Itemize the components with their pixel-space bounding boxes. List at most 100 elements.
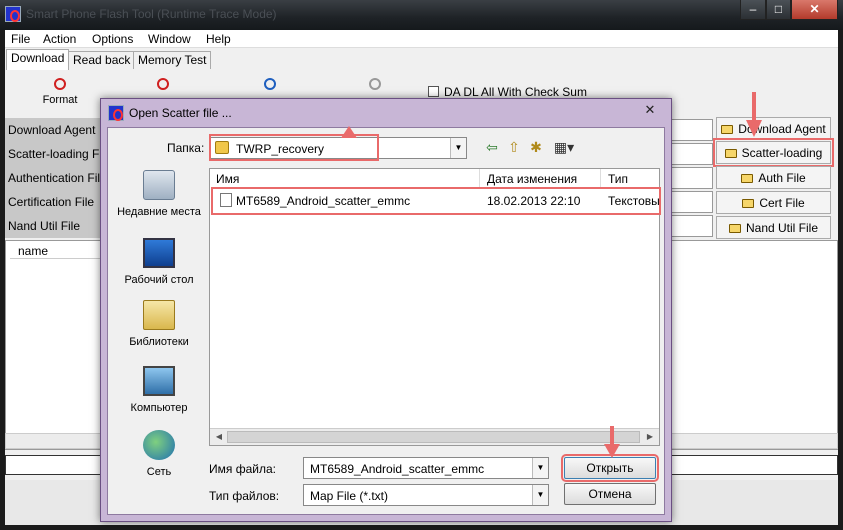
upgrade-icon bbox=[157, 78, 169, 90]
places-bar: Недавние места Рабочий стол Библиотеки К… bbox=[114, 168, 204, 508]
new-folder-icon[interactable]: ✱ bbox=[528, 140, 544, 156]
format-icon bbox=[54, 78, 66, 90]
minimize-button[interactable]: – bbox=[740, 0, 766, 20]
computer-icon bbox=[143, 366, 175, 396]
filename-input[interactable]: MT6589_Android_scatter_emmc ▼ bbox=[303, 457, 549, 479]
file-row[interactable]: MT6589_Android_scatter_emmc 18.02.2013 2… bbox=[211, 187, 661, 215]
pointer-arrow-folder bbox=[341, 126, 357, 138]
dialog-title: Open Scatter file ... bbox=[129, 106, 232, 120]
chevron-down-icon[interactable]: ▼ bbox=[532, 458, 548, 478]
title-bar: Smart Phone Flash Tool (Runtime Trace Mo… bbox=[0, 0, 843, 30]
nand-util-file-button[interactable]: Nand Util File bbox=[716, 216, 831, 239]
auth-file-button[interactable]: Auth File bbox=[716, 166, 831, 189]
text-file-icon bbox=[220, 193, 232, 207]
file-list[interactable]: Имя Дата изменения Тип MT6589_Android_sc… bbox=[209, 168, 661, 446]
menu-file[interactable]: File bbox=[11, 32, 30, 46]
download-agent-path[interactable] bbox=[668, 119, 713, 141]
recent-places-icon bbox=[143, 170, 175, 200]
open-button[interactable]: Открыть bbox=[561, 454, 659, 482]
file-type: Текстовы bbox=[608, 194, 660, 208]
column-date[interactable]: Дата изменения bbox=[481, 169, 601, 189]
up-folder-icon[interactable]: ⇧ bbox=[506, 140, 522, 156]
maximize-button[interactable]: □ bbox=[766, 0, 791, 20]
download-agent-button[interactable]: Download Agent bbox=[716, 117, 831, 140]
stop-button[interactable] bbox=[350, 78, 400, 94]
filetype-label: Тип файлов: bbox=[209, 489, 280, 503]
dialog-close-button[interactable]: ✕ bbox=[635, 101, 665, 119]
view-menu-icon[interactable]: ▦▾ bbox=[552, 140, 576, 156]
window-title: Smart Phone Flash Tool (Runtime Trace Mo… bbox=[26, 7, 277, 21]
checksum-checkbox[interactable] bbox=[428, 86, 439, 97]
network-icon bbox=[143, 430, 175, 460]
place-network-label: Сеть bbox=[146, 466, 172, 478]
stop-icon bbox=[369, 78, 381, 90]
scatter-loading-button[interactable]: Scatter-loading bbox=[713, 138, 834, 167]
label-download-agent: Download Agent bbox=[5, 118, 101, 142]
filetype-value: Map File (*.txt) bbox=[310, 489, 389, 503]
pointer-arrow-open bbox=[604, 426, 620, 458]
cert-file-button-label: Cert File bbox=[759, 196, 805, 210]
folder-icon bbox=[741, 174, 754, 183]
look-in-label: Папка: bbox=[167, 141, 205, 155]
menu-window[interactable]: Window bbox=[148, 32, 191, 46]
cancel-button[interactable]: Отмена bbox=[564, 483, 656, 505]
tab-read-back[interactable]: Read back bbox=[68, 51, 136, 69]
menu-help[interactable]: Help bbox=[206, 32, 231, 46]
menu-action[interactable]: Action bbox=[43, 32, 76, 46]
place-desktop[interactable]: Рабочий стол bbox=[114, 238, 204, 286]
download-icon bbox=[264, 78, 276, 90]
app-icon bbox=[5, 6, 21, 22]
scroll-right-icon[interactable]: ▶ bbox=[642, 430, 658, 444]
place-recent-label: Недавние места bbox=[117, 206, 201, 218]
format-button[interactable]: Format bbox=[35, 78, 85, 106]
close-button[interactable]: ✕ bbox=[791, 0, 838, 20]
open-scatter-dialog: Open Scatter file ... ✕ Папка: TWRP_reco… bbox=[100, 98, 672, 522]
scatter-loading-path[interactable] bbox=[668, 143, 713, 165]
list-column-name[interactable]: name bbox=[10, 243, 102, 259]
chevron-down-icon[interactable]: ▼ bbox=[532, 485, 548, 505]
menu-options[interactable]: Options bbox=[92, 32, 133, 46]
file-list-horizontal-scrollbar[interactable]: ◀ ▶ bbox=[210, 428, 659, 445]
folder-icon bbox=[742, 199, 755, 208]
libraries-icon bbox=[143, 300, 175, 330]
folder-icon bbox=[728, 224, 741, 233]
firmware-upgrade-button[interactable] bbox=[138, 78, 188, 94]
checksum-option[interactable]: DA DL All With Check Sum bbox=[428, 85, 587, 99]
label-authentication: Authentication File bbox=[5, 166, 101, 190]
filename-label: Имя файла: bbox=[209, 462, 276, 476]
tab-memory-test[interactable]: Memory Test bbox=[133, 51, 212, 69]
folder-icon bbox=[724, 149, 737, 158]
place-network[interactable]: Сеть bbox=[114, 430, 204, 478]
filetype-select[interactable]: Map File (*.txt) ▼ bbox=[303, 484, 549, 506]
back-arrow-icon[interactable]: ⇦ bbox=[484, 140, 500, 156]
checksum-label: DA DL All With Check Sum bbox=[444, 85, 587, 99]
authentication-path[interactable] bbox=[668, 167, 713, 189]
nand-util-path[interactable] bbox=[668, 215, 713, 237]
auth-file-button-label: Auth File bbox=[758, 171, 806, 185]
pointer-arrow-scatter bbox=[746, 92, 762, 137]
file-date: 18.02.2013 22:10 bbox=[487, 194, 581, 208]
menu-bar: File Action Options Window Help bbox=[5, 30, 838, 48]
scroll-left-icon[interactable]: ◀ bbox=[211, 430, 227, 444]
place-computer[interactable]: Компьютер bbox=[114, 366, 204, 414]
scatter-loading-button-label: Scatter-loading bbox=[741, 146, 823, 160]
folder-icon bbox=[721, 125, 734, 134]
column-name[interactable]: Имя bbox=[210, 169, 480, 189]
label-nand-util: Nand Util File bbox=[5, 214, 101, 238]
filename-value: MT6589_Android_scatter_emmc bbox=[310, 462, 485, 476]
certification-path[interactable] bbox=[668, 191, 713, 213]
desktop-icon bbox=[143, 238, 175, 268]
chevron-down-icon[interactable]: ▼ bbox=[450, 138, 466, 158]
place-recent[interactable]: Недавние места bbox=[114, 170, 204, 218]
dialog-body: Папка: TWRP_recovery ▼ ⇦ ⇧ ✱ ▦▾ Недавние… bbox=[107, 127, 665, 515]
download-button[interactable] bbox=[245, 78, 295, 94]
column-type[interactable]: Тип bbox=[602, 169, 659, 189]
scroll-thumb[interactable] bbox=[227, 431, 640, 443]
place-computer-label: Компьютер bbox=[130, 402, 188, 414]
place-desktop-label: Рабочий стол bbox=[124, 274, 194, 286]
tab-download[interactable]: Download bbox=[6, 49, 70, 70]
cert-file-button[interactable]: Cert File bbox=[716, 191, 831, 214]
format-label: Format bbox=[42, 94, 78, 106]
place-libraries[interactable]: Библиотеки bbox=[114, 300, 204, 348]
label-certification: Certification File bbox=[5, 190, 101, 214]
